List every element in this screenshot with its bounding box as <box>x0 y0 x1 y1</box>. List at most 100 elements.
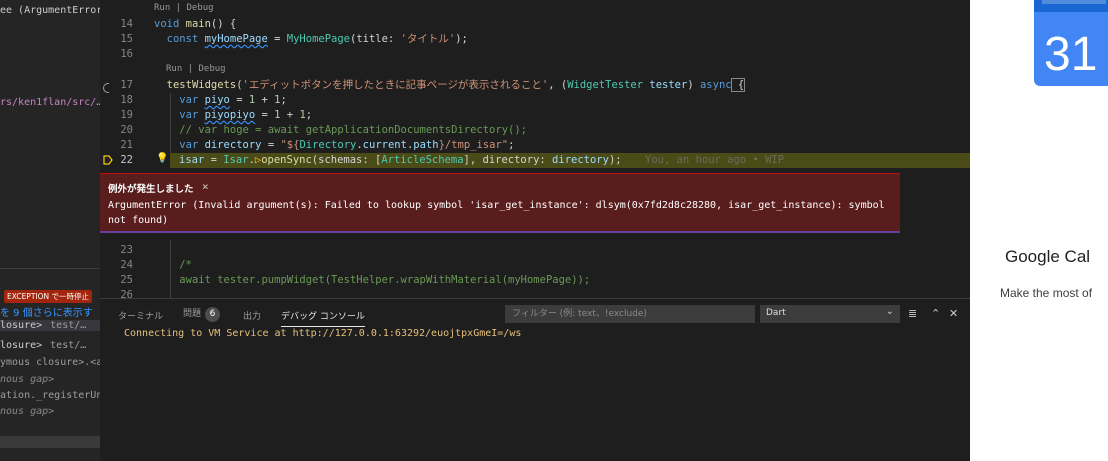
git-blame-annotation: You, an hour ago • WIP <box>645 154 785 166</box>
code-line: 16 <box>100 47 970 62</box>
call-stack-frame[interactable]: ymous closure>.<an <box>0 357 100 368</box>
run-debug-codelens[interactable]: Run | Debug <box>154 3 214 13</box>
tab-label: 問題 <box>183 309 202 319</box>
code-editor[interactable]: Run | Debug 14 void main() { 15 const my… <box>100 0 970 298</box>
exception-widget: 例外が発生しました × ArgumentError (Invalid argum… <box>100 173 900 233</box>
file-path[interactable]: rs/ken1flan/src/… <box>0 97 100 108</box>
console-filter-input[interactable] <box>505 305 755 323</box>
variable: isar <box>179 154 205 166</box>
code-line: 15 const myHomePage = MyHomePage(title: … <box>100 32 970 47</box>
tab-debug-console[interactable]: デバッグ コンソール <box>281 309 365 327</box>
async-gap-label: nous gap> <box>0 374 55 385</box>
line-number: 14 <box>120 18 133 30</box>
code-line: 20 // var hoge = await getApplicationDoc… <box>100 123 970 138</box>
sidebar-divider <box>0 268 100 269</box>
line-number: 22 <box>120 154 133 166</box>
punct: , ( <box>548 79 568 91</box>
show-more-frames-link[interactable]: を 9 個さらに表示す <box>0 304 93 319</box>
function-name: openSync <box>261 154 312 166</box>
code-line: 17 testWidgets('エディットボタンを押したときに記事ページが表示さ… <box>100 78 970 93</box>
call-stack-frame[interactable]: losure> test/… <box>0 320 100 331</box>
clear-console-icon[interactable]: ≣ <box>908 307 917 320</box>
tab-label: デバッグ コンソール <box>281 312 365 322</box>
close-icon[interactable]: × <box>202 180 209 193</box>
line-number: 19 <box>120 109 133 121</box>
punct: ) <box>687 79 700 91</box>
line-number: 24 <box>120 259 133 271</box>
code-line: 22 isar = Isar.▷openSync(schemas: [Artic… <box>100 153 970 168</box>
call-stack-frame[interactable]: ation._registerUna <box>0 390 100 401</box>
string-literal: 'タイトル' <box>400 33 456 45</box>
exception-title: 例外が発生しました <box>108 184 194 195</box>
exception-summary: ee (ArgumentError) <box>0 5 100 16</box>
tab-output[interactable]: 出力 <box>243 309 261 322</box>
debug-sidebar: ee (ArgumentError) rs/ken1flan/src/… EXC… <box>0 0 100 461</box>
console-source-select[interactable]: Dart ⌄ <box>760 305 900 323</box>
variable: myHomePage <box>204 33 268 45</box>
console-output-line: Connecting to VM Service at http://127.0… <box>124 328 522 339</box>
line-number: 16 <box>120 48 133 60</box>
line-number: 25 <box>120 274 133 286</box>
punct: + <box>280 109 300 121</box>
type-name: MyHomePage <box>286 33 350 45</box>
frame-file: test/… <box>50 320 87 331</box>
string-literal: 'エディットボタンを押したときに記事ページが表示されること' <box>242 79 549 91</box>
exception-message: ArgumentError (Invalid argument(s): Fail… <box>108 200 885 226</box>
browser-window: 31 Google Cal Make the most of <box>970 0 1108 461</box>
code-line: 23 <box>100 243 970 258</box>
punct: { <box>730 78 746 92</box>
comment: /* <box>179 259 192 271</box>
keyword: var <box>179 94 199 106</box>
code-line: 21 var directory = "${Directory.current.… <box>100 138 970 153</box>
type-name: Isar <box>223 154 249 166</box>
punct: () { <box>210 18 237 30</box>
punct: ; <box>305 109 313 121</box>
type-name: WidgetTester <box>567 79 644 91</box>
maximize-panel-icon[interactable]: ⌃ <box>931 307 940 320</box>
line-number: 20 <box>120 124 133 136</box>
punct: (schemas: [ <box>311 154 382 166</box>
type-name: ArticleSchema <box>381 154 464 166</box>
code-line: 25 await tester.pumpWidget(TestHelper.wr… <box>100 273 970 288</box>
line-number: 18 <box>120 94 133 106</box>
close-panel-icon[interactable]: ✕ <box>949 307 958 320</box>
punct: (title: <box>350 33 401 45</box>
punct: = <box>204 154 224 166</box>
comment: await tester.pumpWidget(TestHelper.wrapW… <box>179 274 591 286</box>
frame-name: losure> <box>0 320 43 331</box>
keyword: void <box>154 18 180 30</box>
punct: = <box>255 109 275 121</box>
tab-label: ターミナル <box>118 312 164 322</box>
punct: = <box>229 94 249 106</box>
code-line: 14 void main() { <box>100 17 970 32</box>
string-literal: "${ <box>280 139 300 151</box>
google-calendar-logo-icon: 31 <box>1034 0 1108 86</box>
variable: directory <box>552 154 609 166</box>
problems-count-badge: 6 <box>205 307 221 322</box>
property: path <box>413 139 439 151</box>
active-tab-underline <box>281 326 365 327</box>
punct: ); <box>455 33 468 45</box>
async-gap-label: nous gap> <box>0 406 55 417</box>
punct: = <box>261 139 281 151</box>
variable: piyo <box>204 94 230 106</box>
punct: = <box>267 33 287 45</box>
product-title: Google Cal <box>1005 247 1091 266</box>
exception-paused-badge: EXCEPTION で一時停止 <box>4 290 93 303</box>
property: current <box>362 139 407 151</box>
keyword: async <box>699 79 732 91</box>
tab-terminal[interactable]: ターミナル <box>118 309 163 322</box>
punct: ; <box>280 94 287 106</box>
tab-problems[interactable]: 問題 6 <box>183 306 221 322</box>
keyword: var <box>179 109 199 121</box>
run-debug-codelens[interactable]: Run | Debug <box>166 64 226 74</box>
keyword: const <box>166 33 199 45</box>
function-name: main <box>185 18 211 30</box>
line-number: 21 <box>120 139 133 151</box>
frame-name: losure> <box>0 340 43 351</box>
horizontal-scrollbar[interactable] <box>0 436 100 448</box>
line-number: 17 <box>120 79 133 91</box>
call-stack-frame[interactable]: losure> test/… <box>0 340 86 351</box>
type-name: Directory <box>299 139 357 151</box>
punct: ; <box>508 139 515 151</box>
